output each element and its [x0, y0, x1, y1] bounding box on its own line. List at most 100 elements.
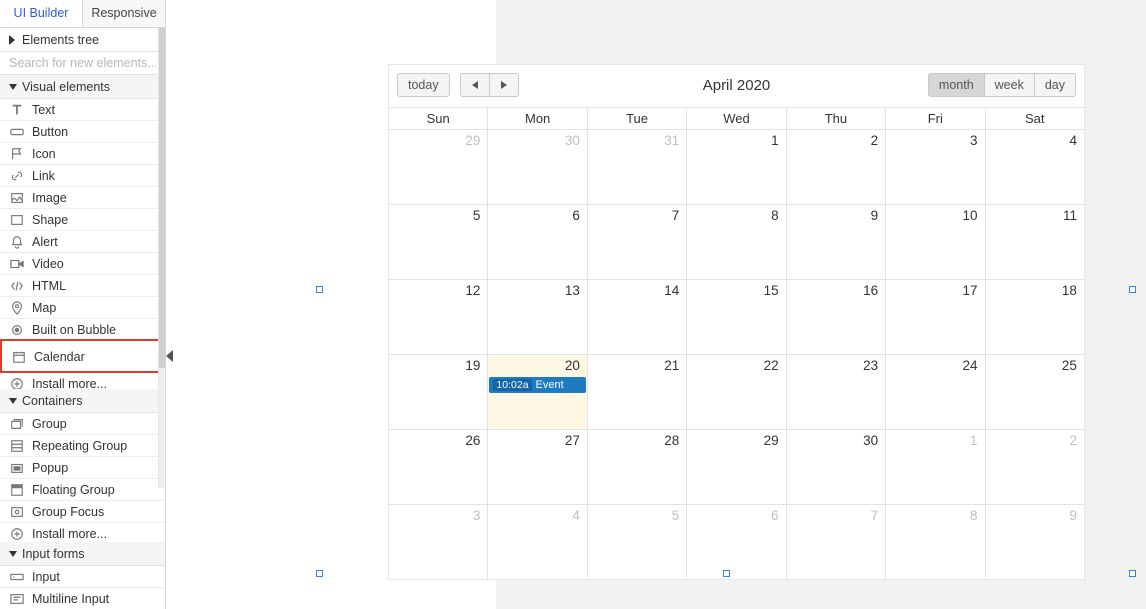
calendar-day-cell[interactable]: 21	[587, 355, 686, 429]
calendar-day-cell[interactable]: 8	[686, 205, 785, 279]
day-number: 15	[764, 283, 779, 298]
calendar-day-cell[interactable]: 26	[389, 430, 487, 504]
view-week-button[interactable]: week	[984, 73, 1035, 97]
calendar-day-cell[interactable]: 23	[786, 355, 885, 429]
section-containers[interactable]: Containers	[0, 389, 165, 413]
scrollbar[interactable]	[158, 28, 165, 488]
calendar-day-cell[interactable]: 7	[786, 505, 885, 579]
palette-item-install-more-[interactable]: Install more...	[0, 523, 165, 542]
calendar-day-cell[interactable]: 29	[389, 130, 487, 204]
palette-item-link[interactable]: Link	[0, 165, 165, 187]
calendar-day-cell[interactable]: 10	[885, 205, 984, 279]
palette-item-shape[interactable]: Shape	[0, 209, 165, 231]
calendar-day-cell[interactable]: 17	[885, 280, 984, 354]
calendar-day-cell[interactable]: 12	[389, 280, 487, 354]
tab-responsive[interactable]: Responsive	[83, 0, 165, 27]
calendar-day-cell[interactable]: 29	[686, 430, 785, 504]
calendar-day-cell[interactable]: 3	[885, 130, 984, 204]
calendar-day-cell[interactable]: 16	[786, 280, 885, 354]
calendar-day-cell[interactable]: 24	[885, 355, 984, 429]
palette-item-button[interactable]: Button	[0, 121, 165, 143]
palette-item-floating-group[interactable]: Floating Group	[0, 479, 165, 501]
today-button[interactable]: today	[397, 73, 450, 97]
palette-item-calendar[interactable]: Calendar	[0, 339, 165, 373]
plus-icon	[9, 527, 24, 541]
calendar-day-cell[interactable]: 6	[686, 505, 785, 579]
arrow-right-icon	[9, 35, 15, 45]
calendar-day-cell[interactable]: 7	[587, 205, 686, 279]
calendar-day-cell[interactable]: 5	[389, 205, 487, 279]
calendar-day-cell[interactable]: 2	[786, 130, 885, 204]
text-icon	[9, 103, 24, 117]
palette-item-alert[interactable]: Alert	[0, 231, 165, 253]
view-day-button[interactable]: day	[1034, 73, 1076, 97]
calendar-day-cell[interactable]: 2	[985, 430, 1084, 504]
palette-item-label: Text	[32, 103, 55, 117]
selection-handle[interactable]	[1129, 286, 1136, 293]
calendar-day-cell[interactable]: 3	[389, 505, 487, 579]
palette-item-html[interactable]: HTML	[0, 275, 165, 297]
palette-item-map[interactable]: Map	[0, 297, 165, 319]
calendar-day-cell[interactable]: 14	[587, 280, 686, 354]
calendar-day-cell[interactable]: 30	[487, 130, 586, 204]
calendar-day-cell[interactable]: 4	[487, 505, 586, 579]
calendar-day-cell[interactable]: 31	[587, 130, 686, 204]
calendar-day-cell[interactable]: 30	[786, 430, 885, 504]
editor-canvas[interactable]: today April 2020 month week day SunMonTu…	[166, 0, 1146, 609]
section-input-forms[interactable]: Input forms	[0, 542, 165, 566]
shape-icon	[9, 213, 24, 227]
palette-item-input[interactable]: Input	[0, 566, 165, 588]
palette-item-icon[interactable]: Icon	[0, 143, 165, 165]
dow-header: Thu	[786, 108, 885, 129]
selection-handle[interactable]	[316, 570, 323, 577]
calendar-day-cell[interactable]: 1	[885, 430, 984, 504]
scrollbar-thumb[interactable]	[159, 28, 165, 368]
calendar-day-cell[interactable]: 5	[587, 505, 686, 579]
day-number: 22	[764, 358, 779, 373]
palette-item-repeating-group[interactable]: Repeating Group	[0, 435, 165, 457]
palette-item-multiline-input[interactable]: Multiline Input	[0, 588, 165, 609]
palette-item-group[interactable]: Group	[0, 413, 165, 435]
view-month-button[interactable]: month	[928, 73, 985, 97]
calendar-element[interactable]: today April 2020 month week day SunMonTu…	[388, 64, 1085, 580]
prev-button[interactable]	[460, 73, 490, 97]
tab-ui-builder[interactable]: UI Builder	[0, 0, 83, 27]
calendar-event[interactable]: 10:02aEvent	[489, 377, 585, 393]
selection-handle[interactable]	[1129, 570, 1136, 577]
palette-item-video[interactable]: Video	[0, 253, 165, 275]
day-number: 28	[664, 433, 679, 448]
selection-handle[interactable]	[723, 570, 730, 577]
palette-item-group-focus[interactable]: Group Focus	[0, 501, 165, 523]
palette-item-built-on-bubble[interactable]: Built on Bubble	[0, 319, 165, 341]
calendar-day-cell[interactable]: 22	[686, 355, 785, 429]
calendar-day-cell[interactable]: 4	[985, 130, 1084, 204]
palette-item-install-more-[interactable]: Install more...	[0, 373, 165, 388]
calendar-day-cell[interactable]: 28	[587, 430, 686, 504]
selection-handle[interactable]	[316, 286, 323, 293]
calendar-day-cell[interactable]: 19	[389, 355, 487, 429]
day-number: 3	[970, 133, 978, 148]
section-visual-elements[interactable]: Visual elements	[0, 75, 165, 99]
elements-tree-toggle[interactable]: Elements tree	[0, 28, 165, 52]
calendar-day-cell[interactable]: 9	[786, 205, 885, 279]
palette-item-image[interactable]: Image	[0, 187, 165, 209]
calendar-day-cell[interactable]: 8	[885, 505, 984, 579]
calendar-day-cell[interactable]: 25	[985, 355, 1084, 429]
calendar-day-cell[interactable]: 9	[985, 505, 1084, 579]
panel-collapse-handle[interactable]	[166, 350, 173, 362]
search-input[interactable]	[0, 52, 165, 75]
input-forms-list: InputMultiline Input	[0, 566, 165, 609]
palette-item-popup[interactable]: Popup	[0, 457, 165, 479]
day-number: 8	[771, 208, 779, 223]
calendar-day-cell[interactable]: 15	[686, 280, 785, 354]
calendar-day-cell[interactable]: 1	[686, 130, 785, 204]
calendar-day-cell[interactable]: 27	[487, 430, 586, 504]
calendar-day-cell[interactable]: 6	[487, 205, 586, 279]
day-number: 9	[871, 208, 879, 223]
calendar-day-cell[interactable]: 18	[985, 280, 1084, 354]
palette-item-text[interactable]: Text	[0, 99, 165, 121]
calendar-day-cell[interactable]: 11	[985, 205, 1084, 279]
next-button[interactable]	[489, 73, 519, 97]
calendar-day-cell[interactable]: 2010:02aEvent	[487, 355, 586, 429]
calendar-day-cell[interactable]: 13	[487, 280, 586, 354]
